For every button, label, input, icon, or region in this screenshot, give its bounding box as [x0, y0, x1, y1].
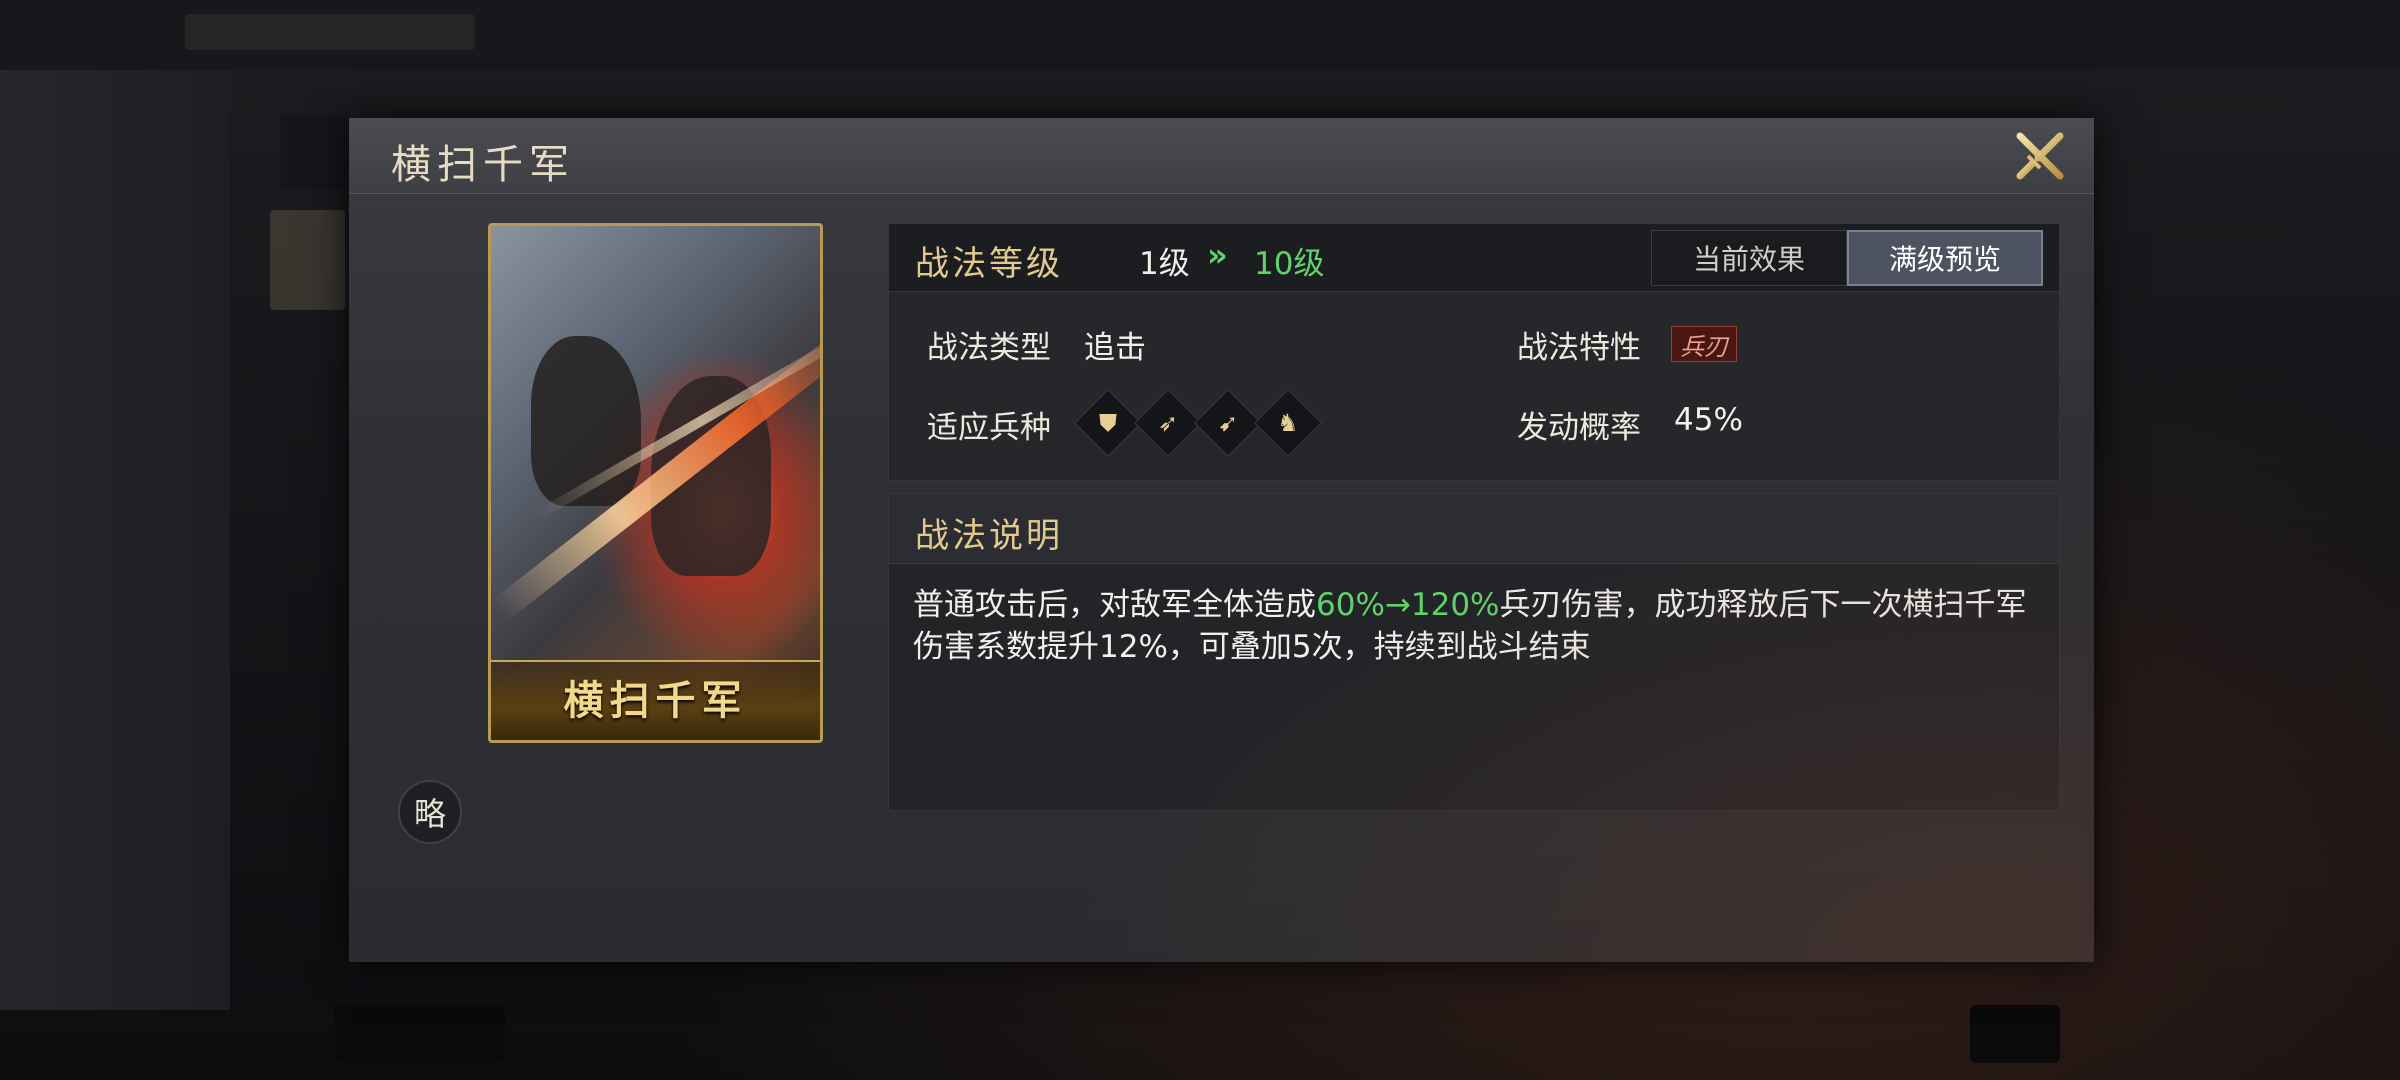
strategy-badge: 略	[398, 780, 462, 844]
horse-icon: ♞	[1254, 389, 1322, 457]
background-left-column	[0, 70, 230, 1010]
level-from: 1级	[1139, 246, 1190, 282]
card-name: 横扫千军	[563, 677, 748, 724]
troop-types-icons: ⛊ ➶ ➹ ♞	[1074, 389, 1322, 457]
background-side-button-2	[270, 210, 345, 310]
tab-max-level-preview[interactable]: 满级预览	[1847, 230, 2043, 286]
skill-type-value: 追击	[1084, 330, 1146, 366]
skill-trait-badge: 兵刃	[1671, 326, 1737, 362]
dialog-header: 横扫千军	[349, 118, 2094, 194]
close-button[interactable]	[2010, 126, 2070, 186]
background-title-ghost	[185, 14, 475, 50]
troop-types-label: 适应兵种	[927, 410, 1051, 446]
double-chevron-right-icon: »	[1207, 236, 1228, 274]
background-bottom-button-2	[1970, 1005, 2060, 1063]
level-label: 战法等级	[915, 244, 1063, 284]
skill-detail-dialog: 横扫千军 横扫千军 略 战法等级 1级 » 10级 当前效果 满级预览 战法类型…	[349, 118, 2094, 962]
description-highlight: 60%→120%	[1316, 587, 1500, 623]
level-row: 战法等级 1级 » 10级 当前效果 满级预览	[889, 224, 2059, 292]
background-top-bar	[0, 0, 2400, 70]
trigger-rate-value: 45%	[1674, 402, 1743, 438]
description-text-part: 普通攻击后，对敌军全体造成	[913, 587, 1316, 623]
spear-icon: ➹	[1194, 389, 1262, 457]
description-title: 战法说明	[915, 516, 1063, 556]
skill-description-panel: 战法说明 普通攻击后，对敌军全体造成60%→120%兵刃伤害，成功释放后下一次横…	[888, 493, 2060, 811]
shield-icon: ⛊	[1074, 389, 1142, 457]
bow-icon: ➶	[1134, 389, 1202, 457]
description-header: 战法说明	[889, 494, 2059, 564]
description-text: 普通攻击后，对敌军全体造成60%→120%兵刃伤害，成功释放后下一次横扫千军伤害…	[913, 584, 2033, 668]
background-bottom-button	[335, 1005, 505, 1063]
dialog-title: 横扫千军	[391, 142, 575, 188]
trigger-rate-label: 发动概率	[1517, 410, 1641, 446]
tab-current-effect[interactable]: 当前效果	[1651, 230, 1847, 286]
skill-type-label: 战法类型	[927, 330, 1051, 366]
level-to: 10级	[1254, 246, 1325, 282]
skill-info-panel: 战法等级 1级 » 10级 当前效果 满级预览 战法类型 追击 战法特性 兵刃 …	[888, 223, 2060, 481]
skill-trait-label: 战法特性	[1517, 330, 1641, 366]
skill-card: 横扫千军	[488, 223, 823, 743]
background-side-button	[280, 115, 350, 190]
crossed-swords-close-icon	[2016, 132, 2064, 180]
